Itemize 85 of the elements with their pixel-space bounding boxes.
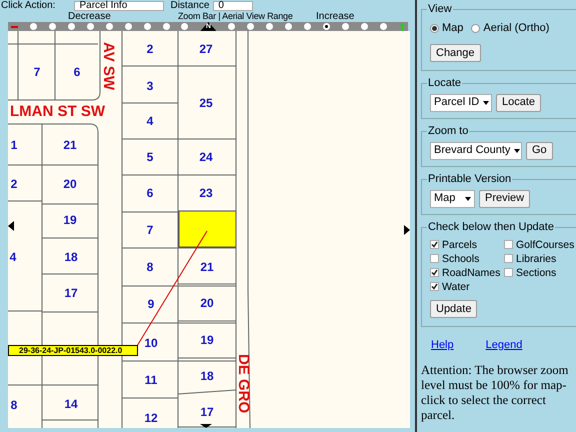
- lot-number: 2: [10, 178, 18, 190]
- dropdown-arrow-icon: [483, 100, 490, 104]
- lot-number: 14: [64, 398, 78, 410]
- lot-number: 19: [63, 214, 77, 226]
- lot-number: 8: [146, 261, 154, 273]
- layer-checkbox[interactable]: Parcels: [430, 238, 504, 252]
- checkbox[interactable]: [504, 240, 513, 249]
- distance-dropdown[interactable]: 0: [213, 0, 254, 10]
- dropdown-arrow-icon: [465, 196, 471, 200]
- fieldset-legend: Check below then Update: [427, 220, 555, 234]
- distance-label: Distance: [170, 0, 210, 10]
- radio-circle[interactable]: [430, 24, 439, 33]
- lot-number: 21: [200, 261, 214, 273]
- lot-number: 21: [63, 139, 77, 151]
- lot-number: 24: [199, 151, 213, 163]
- pan-west-icon[interactable]: [8, 221, 14, 231]
- parcel-id-label: 29-36-24-JP-01543.0-0022.0: [8, 345, 138, 356]
- radio-option[interactable]: Aerial (Ortho): [471, 20, 550, 36]
- fieldset-legend: Printable Version: [427, 172, 512, 186]
- action-dropdown[interactable]: Parcel Info: [74, 0, 164, 10]
- increase-label: Increase: [316, 11, 354, 22]
- zoom-level-dot[interactable]: [323, 23, 330, 30]
- lot-number: 25: [199, 97, 213, 109]
- lot-number: 10: [144, 337, 158, 349]
- action-label: Click Action:: [1, 0, 56, 10]
- checkbox[interactable]: [430, 240, 439, 249]
- checkbox[interactable]: [430, 268, 439, 277]
- dropdown[interactable]: Brevard County: [430, 142, 522, 160]
- lot-number: 18: [64, 251, 78, 263]
- zoom-bar-title: Zoom Bar | Aerial View Range: [178, 11, 293, 22]
- map-view[interactable]: 7 6 1 2 4 8 21 20 19 18 17 14 2 3 4 5 6 7 8 9 10 11 12 27 25 24 23 21 20 19 18 17 LMAN ST SW AV SW DE GRO 29-36-24-JP-01543.0-0022.0: [8, 31, 410, 428]
- decrease-label: Decrease: [68, 11, 111, 22]
- checkbox[interactable]: [430, 282, 439, 291]
- lot-number: 20: [63, 178, 77, 190]
- lot-number: 23: [199, 187, 213, 199]
- lot-number: 4: [10, 251, 16, 263]
- checkbox[interactable]: [430, 254, 439, 263]
- pan-east-icon[interactable]: [404, 225, 410, 235]
- street-name: DE GRO: [236, 354, 251, 414]
- lot-number: 4: [146, 115, 154, 127]
- check-mark-icon: [431, 241, 438, 248]
- dropdown[interactable]: Parcel ID: [430, 94, 492, 112]
- radio-option[interactable]: Map: [430, 20, 464, 36]
- layer-checkbox[interactable]: Schools: [430, 252, 504, 266]
- lot-number: 5: [146, 151, 154, 163]
- fieldset-legend: Zoom to: [427, 124, 470, 138]
- locate-button[interactable]: Locate: [496, 94, 542, 112]
- lot-number: 7: [146, 224, 154, 236]
- layer-checkbox[interactable]: GolfCourses: [504, 238, 574, 252]
- lot-number: 20: [200, 297, 214, 309]
- checkbox[interactable]: [504, 254, 513, 263]
- lot-number: 3: [146, 80, 154, 92]
- selected-parcel: [178, 210, 236, 248]
- lot-number: 9: [148, 298, 154, 310]
- lot-number: 12: [144, 412, 158, 424]
- dropdown[interactable]: Map: [430, 190, 475, 208]
- lot-number: 7: [34, 66, 40, 78]
- lot-number: 6: [146, 187, 154, 199]
- go-button[interactable]: Go: [526, 142, 553, 160]
- link[interactable]: Legend: [486, 336, 522, 353]
- lot-number: 1: [10, 139, 18, 151]
- lot-number: 2: [146, 43, 154, 55]
- preview-button[interactable]: Preview: [479, 190, 530, 208]
- lot-number: 11: [144, 374, 158, 386]
- lot-number: 17: [64, 287, 78, 299]
- lot-number: 27: [199, 43, 213, 55]
- link[interactable]: Help: [431, 336, 454, 353]
- pan-south-icon[interactable]: [200, 424, 212, 428]
- street-name: LMAN ST SW: [10, 104, 105, 119]
- lot-number: 8: [10, 399, 18, 411]
- layer-checkbox[interactable]: Water: [430, 280, 504, 294]
- street-name: AV SW: [101, 42, 116, 90]
- notice-text: Attention: The browser zoom level must be 100% for map-click to select the correct parcel.: [420, 363, 570, 423]
- checkbox[interactable]: [504, 268, 513, 277]
- lot-number: 17: [200, 406, 214, 418]
- layer-checkbox[interactable]: RoadNames: [430, 266, 504, 280]
- lot-number: 18: [200, 370, 214, 382]
- lot-number: 6: [74, 66, 80, 78]
- layer-checkbox[interactable]: Libraries: [504, 252, 574, 266]
- update-button[interactable]: Update: [430, 300, 478, 318]
- dropdown-arrow-icon: [514, 148, 520, 152]
- layer-checkbox[interactable]: Sections: [504, 266, 574, 280]
- lot-number: 19: [200, 334, 214, 346]
- fieldset-legend: Locate: [427, 76, 462, 90]
- change-button[interactable]: Change: [430, 44, 481, 62]
